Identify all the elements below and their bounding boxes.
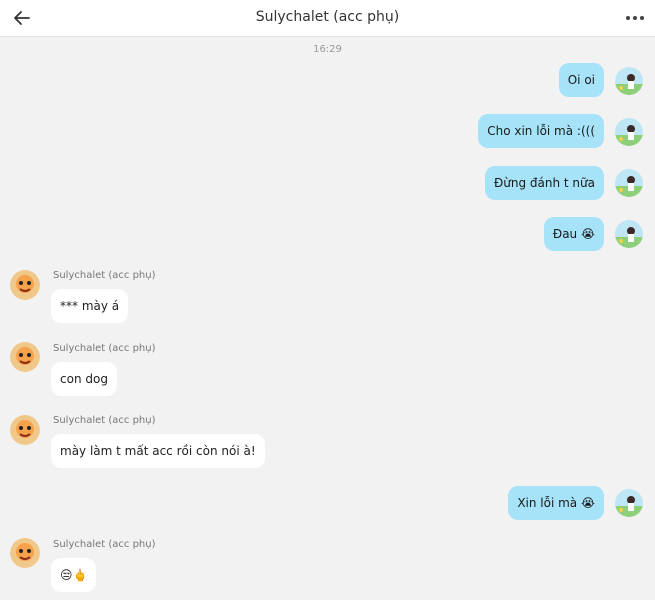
sender-name: Sulychalet (acc phụ) — [53, 270, 156, 281]
message-text: Đừng đánh t nữa — [493, 176, 595, 190]
my-avatar[interactable] — [615, 169, 643, 197]
my-avatar[interactable] — [615, 118, 643, 146]
message-text: con dog — [60, 372, 108, 386]
contact-avatar-image — [10, 538, 40, 568]
user-avatar-image — [615, 220, 643, 248]
user-avatar-image — [615, 118, 643, 146]
incoming-message-bubble[interactable]: mày làm t mất acc rồi còn nói à! — [51, 434, 265, 468]
incoming-message-bubble[interactable]: con dog — [51, 362, 117, 396]
chat-title: Sulychalet (acc phụ) — [255, 9, 400, 25]
sender-name: Sulychalet (acc phụ) — [53, 539, 156, 550]
message-text: 😒🖕 — [60, 568, 88, 582]
my-avatar[interactable] — [615, 489, 643, 517]
chat-header: Sulychalet (acc phụ) — [0, 0, 655, 37]
message-text: Cho xin lỗi mà :((( — [487, 124, 595, 138]
outgoing-message-bubble[interactable]: Đừng đánh t nữa — [484, 166, 604, 200]
sender-name: Sulychalet (acc phụ) — [53, 415, 156, 426]
outgoing-message-bubble[interactable]: Oi oi — [558, 63, 604, 97]
outgoing-message-bubble[interactable]: Đau 😭 — [543, 217, 604, 251]
incoming-message-bubble[interactable]: *** mày á — [51, 289, 129, 323]
contact-avatar[interactable] — [10, 342, 40, 372]
my-avatar[interactable] — [615, 67, 643, 95]
my-avatar[interactable] — [615, 220, 643, 248]
contact-avatar[interactable] — [10, 270, 40, 300]
more-dots-icon — [626, 16, 644, 20]
message-text: mày làm t mất acc rồi còn nói à! — [60, 444, 256, 458]
user-avatar-image — [615, 489, 643, 517]
contact-avatar-image — [10, 342, 40, 372]
contact-avatar[interactable] — [10, 538, 40, 568]
message-timestamp: 16:29 — [313, 44, 342, 55]
outgoing-message-bubble[interactable]: Xin lỗi mà 😭 — [508, 486, 604, 520]
contact-avatar-image — [10, 270, 40, 300]
message-text: Đau 😭 — [552, 227, 595, 241]
user-avatar-image — [615, 169, 643, 197]
user-avatar-image — [615, 67, 643, 95]
more-options-button[interactable] — [623, 6, 647, 30]
contact-avatar-image — [10, 415, 40, 445]
message-text: Oi oi — [567, 73, 595, 87]
incoming-message-bubble[interactable]: 😒🖕 — [51, 558, 97, 592]
sender-name: Sulychalet (acc phụ) — [53, 343, 156, 354]
message-text: Xin lỗi mà 😭 — [517, 496, 595, 510]
message-text: *** mày á — [60, 299, 120, 313]
contact-avatar[interactable] — [10, 415, 40, 445]
outgoing-message-bubble[interactable]: Cho xin lỗi mà :((( — [478, 114, 604, 148]
